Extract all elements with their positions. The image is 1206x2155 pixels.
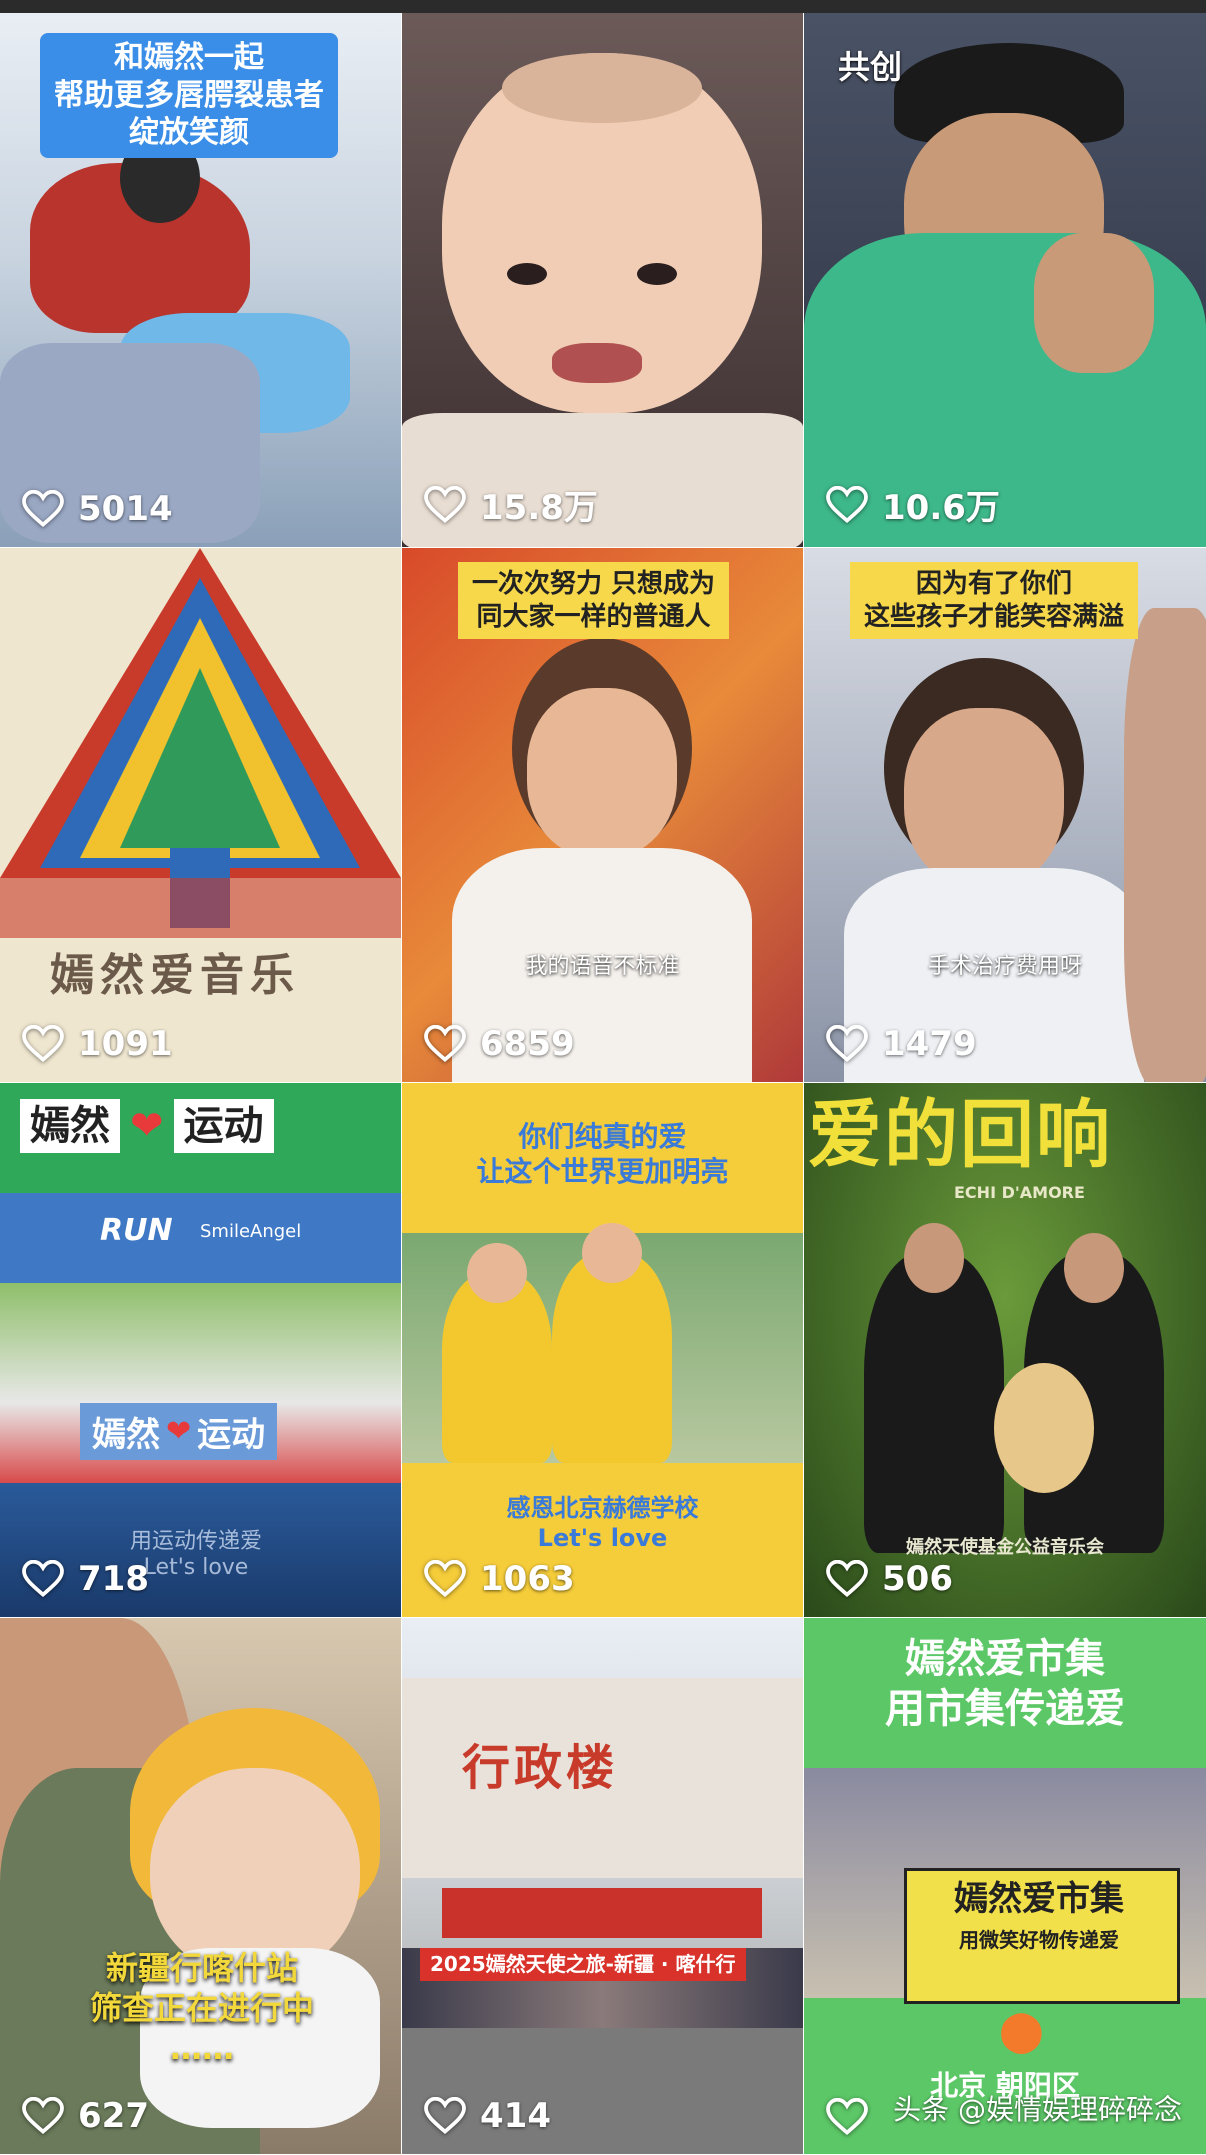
heart-icon: ❤	[166, 1414, 192, 1449]
like-count[interactable]: 5014	[22, 489, 173, 529]
watermark: 头条 @娱情娱理碎碎念	[893, 2093, 1182, 2126]
like-count-value: 1091	[78, 1024, 173, 1064]
tile-caption: 行政楼	[462, 1740, 619, 1796]
video-grid: 和嫣然一起 帮助更多唇腭裂患者 绽放笑颜 5014 15.8万 共创 10.6万	[0, 13, 1206, 2155]
tile-caption: 和嫣然一起 帮助更多唇腭裂患者 绽放笑颜	[40, 33, 338, 158]
heart-icon	[826, 485, 868, 523]
heart-icon	[22, 2097, 64, 2135]
tile-caption: 嫣然爱音乐	[50, 950, 300, 1001]
tile-footer: 感恩北京赫德学校 Let's love	[506, 1494, 699, 1552]
tile-footer: 嫣然天使基金公益音乐会	[906, 1537, 1104, 1558]
like-count[interactable]: 414	[424, 2096, 551, 2136]
video-tile-8[interactable]: 你们纯真的爱 让这个世界更加明亮 感恩北京赫德学校 Let's love 106…	[402, 1083, 803, 1617]
like-count[interactable]: 15.8万	[424, 480, 598, 529]
like-count-value: 718	[78, 1559, 149, 1599]
tile-caption: 一次次努力 只想成为 同大家一样的普通人	[458, 562, 730, 639]
like-count-value: 5014	[78, 489, 173, 529]
tile-caption: 爱的回响	[808, 1092, 1112, 1178]
like-count-value: 414	[480, 2096, 551, 2136]
like-count[interactable]: 6859	[424, 1024, 575, 1064]
like-count-value: 10.6万	[882, 488, 1000, 528]
tile-caption: 因为有了你们 这些孩子才能笑容满溢	[850, 562, 1139, 639]
heart-icon: ❤	[130, 1103, 164, 1149]
video-tile-2[interactable]: 15.8万	[402, 13, 803, 547]
like-count[interactable]: 718	[22, 1559, 149, 1599]
video-tile-1[interactable]: 和嫣然一起 帮助更多唇腭裂患者 绽放笑颜 5014	[0, 13, 401, 547]
heart-icon	[22, 1560, 64, 1598]
heart-icon	[424, 2097, 466, 2135]
banner-left: 嫣然	[92, 1415, 160, 1455]
video-tile-4[interactable]: 嫣然爱音乐 1091	[0, 548, 401, 1082]
like-count[interactable]: 506	[826, 1559, 953, 1599]
tile-caption: 新疆行喀什站 筛查正在进行中 ……	[90, 1949, 315, 2067]
video-tile-12[interactable]: 嫣然爱市集 用市集传递爱 嫣然爱市集 用微笑好物传递爱 ⬤ 北京 朝阳区 头条 …	[804, 1618, 1206, 2154]
heart-icon	[826, 2098, 868, 2136]
brand-logo: RUN	[100, 1213, 173, 1248]
heart-icon	[22, 490, 64, 528]
banner-right: 运动	[197, 1415, 266, 1455]
tile-caption-left: 嫣然	[20, 1099, 120, 1153]
like-count-value: 506	[882, 1559, 953, 1599]
like-count[interactable]: 1091	[22, 1024, 173, 1064]
tile-banner-sub: 用微笑好物传递爱	[959, 1928, 1119, 1952]
like-count[interactable]: 1063	[424, 1559, 575, 1599]
tile-caption: 共创	[838, 48, 903, 86]
video-tile-9[interactable]: 爱的回响 ECHI D'AMORE 嫣然天使基金公益音乐会 506	[804, 1083, 1206, 1617]
tile-banner: 嫣然爱市集	[954, 1879, 1124, 1919]
location-pin-icon: ⬤	[999, 2008, 1044, 2054]
top-strip	[0, 0, 1206, 13]
tile-banner: 2025嫣然天使之旅-新疆 · 喀什行	[420, 1948, 746, 1981]
like-count[interactable]: 1479	[826, 1024, 977, 1064]
like-count[interactable]: 627	[22, 2096, 149, 2136]
like-count-value: 1479	[882, 1024, 977, 1064]
like-count[interactable]: 10.6万	[826, 480, 1000, 529]
video-tile-11[interactable]: 行政楼 2025嫣然天使之旅-新疆 · 喀什行 414	[402, 1618, 803, 2154]
tile-caption-right: 运动	[173, 1099, 274, 1153]
video-tile-3[interactable]: 共创 10.6万	[804, 13, 1206, 547]
like-count-value: 627	[78, 2096, 149, 2136]
tile-caption: 嫣然爱市集 用市集传递爱	[885, 1636, 1125, 1732]
heart-icon	[22, 1025, 64, 1063]
like-count-value: 6859	[480, 1024, 575, 1064]
heart-icon	[826, 1025, 868, 1063]
video-tile-5[interactable]: 一次次努力 只想成为 同大家一样的普通人 我的语音不标准 6859	[402, 548, 803, 1082]
like-count-value: 15.8万	[480, 488, 598, 528]
video-tile-7[interactable]: 嫣然 ❤ 运动 RUN SmileAngel 嫣然 ❤ 运动 用运动传递爱 Le…	[0, 1083, 401, 1617]
like-count[interactable]	[826, 2098, 882, 2136]
like-count-value: 1063	[480, 1559, 575, 1599]
tile-footer: 用运动传递爱 Let's love	[130, 1529, 263, 1580]
video-tile-10[interactable]: 新疆行喀什站 筛查正在进行中 …… 627	[0, 1618, 401, 2154]
tile-subtitle: 手术治疗费用呀	[927, 954, 1082, 979]
video-tile-6[interactable]: 因为有了你们 这些孩子才能笑容满溢 手术治疗费用呀 1479	[804, 548, 1206, 1082]
heart-icon	[424, 485, 466, 523]
heart-icon	[826, 1560, 868, 1598]
heart-icon	[424, 1025, 466, 1063]
tile-subtitle: 我的语音不标准	[525, 954, 680, 979]
brand-name: SmileAngel	[200, 1221, 302, 1242]
heart-icon	[424, 1560, 466, 1598]
tile-subtitle: ECHI D'AMORE	[954, 1183, 1085, 1202]
tile-caption: 你们纯真的爱 让这个世界更加明亮	[476, 1120, 729, 1188]
